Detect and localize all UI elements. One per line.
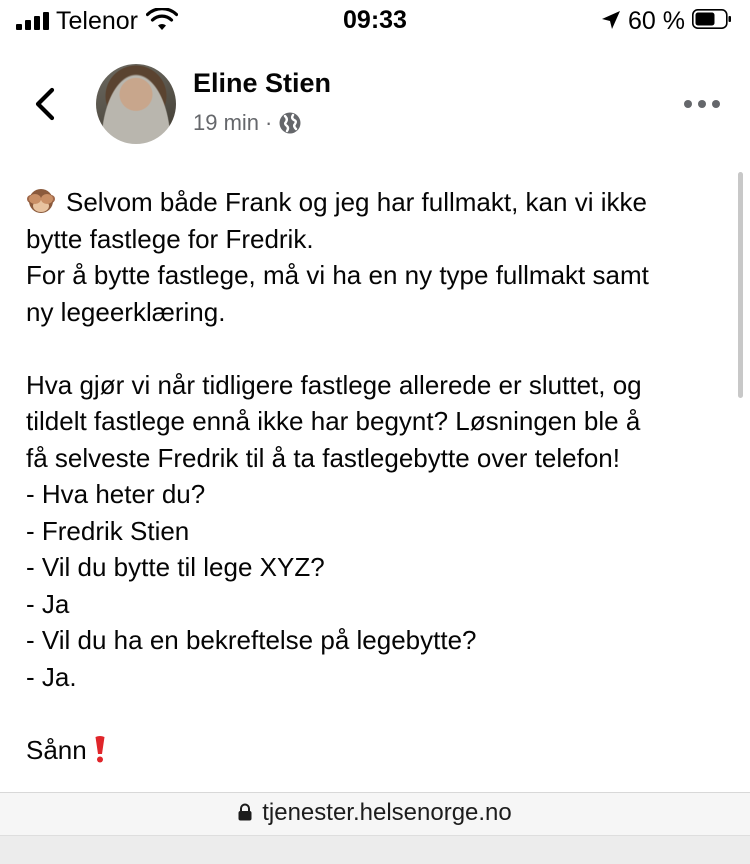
lock-icon — [238, 803, 252, 821]
url-text: tjenester.helsenorge.no — [262, 799, 512, 826]
post-line: - Hva heter du? — [26, 479, 206, 509]
more-options-button[interactable] — [684, 100, 720, 108]
post-line: - Ja — [26, 588, 70, 619]
url-bar[interactable]: tjenester.helsenorge.no — [0, 792, 750, 864]
post-line: Selvom både Frank og jeg har fullmakt, k… — [26, 184, 726, 221]
post-line-text: Sånn — [26, 734, 87, 765]
post-line: få selveste Fredrik til å ta fastlegebyt… — [26, 442, 620, 473]
scrollbar[interactable] — [738, 172, 743, 398]
post-line: - Vil du ha en bekreftelse på legebytte? — [26, 625, 477, 655]
post-text: Selvom både Frank og jeg har fullmakt, k… — [26, 184, 726, 768]
author-avatar[interactable] — [96, 64, 176, 144]
post-line: - Ja. — [26, 661, 77, 692]
location-arrow-icon — [602, 11, 620, 29]
battery-percentage: 60 % — [628, 7, 685, 35]
post-line: - Fredrik Stien — [26, 515, 190, 546]
meta-separator: · — [265, 110, 273, 135]
url-display[interactable]: tjenester.helsenorge.no — [0, 799, 750, 827]
globe-icon[interactable] — [278, 111, 302, 135]
post-line: Hva gjør vi når tidligere fastlege aller… — [26, 369, 642, 400]
dot-icon — [712, 100, 720, 108]
post-time[interactable]: 19 min — [193, 110, 259, 136]
post-line: - Vil du bytte til lege XYZ? — [26, 552, 325, 582]
bottom-toolbar — [0, 835, 750, 864]
post-meta: 19 min · — [193, 110, 302, 136]
post-line: Sånn — [26, 732, 726, 769]
post-line: ny legeerklæring. — [26, 296, 226, 327]
post-line: bytte fastlege for Fredrik. — [26, 223, 314, 254]
see-no-evil-monkey-icon — [27, 189, 55, 213]
author-name[interactable]: Eline Stien — [193, 68, 331, 99]
back-chevron-icon[interactable] — [30, 86, 60, 122]
battery-icon — [692, 9, 731, 29]
post-line-text: Selvom både Frank og jeg har fullmakt, k… — [66, 187, 647, 217]
dot-icon — [698, 100, 706, 108]
post-line: For å bytte fastlege, må vi ha en ny typ… — [26, 260, 649, 290]
status-bar: Telenor 09:33 60 % — [0, 0, 750, 42]
post-line: tildelt fastlege ennå ikke har begynt? L… — [26, 406, 641, 436]
red-exclamation-icon — [95, 735, 105, 762]
dot-icon — [684, 100, 692, 108]
